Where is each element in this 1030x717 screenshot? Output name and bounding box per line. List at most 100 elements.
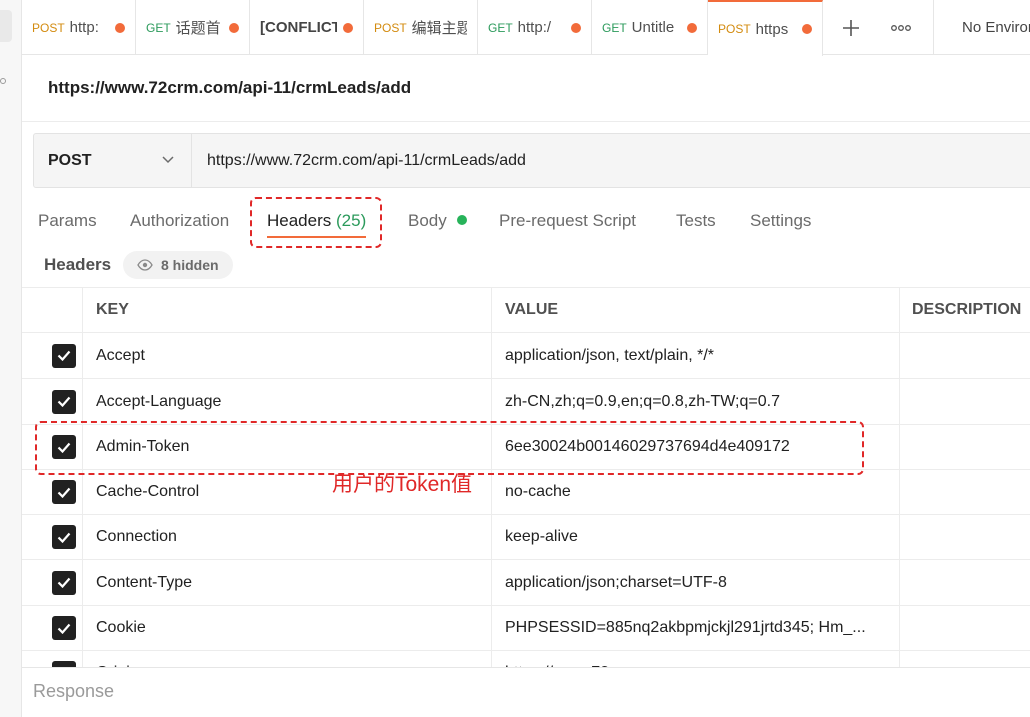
sidebar-circle-icon[interactable] bbox=[0, 78, 6, 84]
request-tab-2[interactable]: GET 话题首 bbox=[136, 0, 250, 55]
request-tab-1[interactable]: POST http: bbox=[22, 0, 136, 55]
header-key[interactable]: Connection bbox=[83, 515, 492, 559]
table-row: Content-Type application/json;charset=UT… bbox=[22, 560, 1030, 606]
tab-name: https bbox=[755, 20, 789, 38]
tab-authorization[interactable]: Authorization bbox=[130, 202, 229, 242]
header-key[interactable]: Content-Type bbox=[83, 560, 492, 605]
header-checkbox[interactable] bbox=[52, 525, 76, 549]
header-key[interactable]: Accept bbox=[83, 333, 492, 378]
request-tab-bar: POST http: GET 话题首 [CONFLICT POST 编辑主题 G… bbox=[22, 0, 1030, 56]
unsaved-dot-icon bbox=[229, 22, 239, 33]
tab-name: 话题首 bbox=[175, 20, 221, 37]
request-tab-5[interactable]: GET http:/ bbox=[478, 0, 592, 55]
eye-icon bbox=[137, 259, 153, 271]
check-icon bbox=[57, 396, 71, 407]
request-name[interactable]: https://www.72crm.com/api-11/crmLeads/ad… bbox=[48, 78, 411, 98]
header-description[interactable] bbox=[900, 606, 1030, 650]
tab-name: http: bbox=[69, 19, 99, 36]
more-icon bbox=[891, 24, 911, 31]
header-value[interactable]: PHPSESSID=885nq2akbpmjckjl291jrtd345; Hm… bbox=[492, 606, 900, 650]
tab-pre-request-script[interactable]: Pre-request Script bbox=[499, 202, 636, 242]
tab-method: POST bbox=[718, 22, 751, 36]
header-value[interactable]: application/json;charset=UTF-8 bbox=[492, 560, 900, 605]
column-value: VALUE bbox=[492, 288, 900, 332]
header-checkbox[interactable] bbox=[52, 389, 76, 414]
tab-params[interactable]: Params bbox=[38, 202, 97, 242]
annotation-token-label: 用户的Token值 bbox=[332, 473, 473, 496]
tab-method: GET bbox=[488, 20, 513, 35]
unsaved-dot-icon bbox=[571, 22, 581, 33]
table-header-row: KEY VALUE DESCRIPTION bbox=[22, 287, 1030, 333]
chevron-down-icon bbox=[162, 156, 174, 164]
tab-name: [CONFLICT bbox=[260, 19, 337, 36]
header-value[interactable]: no-cache bbox=[492, 470, 900, 514]
header-key[interactable]: Accept-Language bbox=[83, 379, 492, 424]
table-row: Cookie PHPSESSID=885nq2akbpmjckjl291jrtd… bbox=[22, 606, 1030, 651]
plus-icon bbox=[843, 19, 859, 36]
environment-label: No Environment bbox=[962, 19, 1030, 36]
environment-selector[interactable]: No Environment bbox=[933, 0, 1030, 55]
request-tab-6[interactable]: GET Untitle bbox=[592, 0, 708, 55]
header-value[interactable]: application/json, text/plain, */* bbox=[492, 333, 900, 378]
tab-method: POST bbox=[32, 20, 65, 35]
unsaved-dot-icon bbox=[687, 22, 697, 33]
headers-table: KEY VALUE DESCRIPTION Accept application… bbox=[22, 287, 1030, 667]
url-bar: POST https://www.72crm.com/api-11/crmLea… bbox=[33, 133, 1030, 188]
tab-method: GET bbox=[146, 20, 171, 35]
tab-method: POST bbox=[374, 20, 407, 35]
tab-settings[interactable]: Settings bbox=[750, 202, 811, 242]
check-icon bbox=[57, 532, 71, 543]
column-description: DESCRIPTION bbox=[912, 301, 1022, 318]
tab-name: Untitle bbox=[631, 19, 675, 36]
table-row: Cache-Control no-cache bbox=[22, 470, 1030, 515]
check-icon bbox=[57, 350, 71, 361]
divider bbox=[22, 121, 1030, 122]
header-description[interactable] bbox=[900, 651, 1030, 667]
request-tab-3[interactable]: [CONFLICT bbox=[250, 0, 364, 55]
tab-body-label: Body bbox=[408, 211, 447, 230]
tab-body[interactable]: Body bbox=[408, 202, 468, 242]
header-value[interactable]: https://www.72crm.com bbox=[492, 651, 900, 667]
tab-name: http:/ bbox=[517, 19, 552, 36]
unsaved-dot-icon bbox=[802, 24, 812, 34]
header-value[interactable]: zh-CN,zh;q=0.9,en;q=0.8,zh-TW;q=0.7 bbox=[492, 379, 900, 424]
method-label: POST bbox=[48, 151, 92, 169]
url-input[interactable]: https://www.72crm.com/api-11/crmLeads/ad… bbox=[207, 134, 526, 187]
header-checkbox[interactable] bbox=[52, 570, 76, 595]
tab-tests[interactable]: Tests bbox=[676, 202, 716, 242]
header-key[interactable]: Cookie bbox=[83, 606, 492, 650]
method-dropdown[interactable]: POST bbox=[34, 134, 192, 187]
unsaved-dot-icon bbox=[115, 22, 125, 33]
header-description[interactable] bbox=[900, 425, 1030, 469]
header-description[interactable] bbox=[900, 379, 1030, 424]
table-row: Accept application/json, text/plain, */* bbox=[22, 333, 1030, 379]
check-icon bbox=[57, 487, 71, 498]
annotation-headers-box bbox=[250, 197, 382, 248]
unsaved-dot-icon bbox=[343, 22, 353, 33]
header-description[interactable] bbox=[900, 333, 1030, 378]
header-description[interactable] bbox=[900, 560, 1030, 605]
hidden-headers-toggle[interactable]: 8 hidden bbox=[123, 251, 233, 279]
header-checkbox[interactable] bbox=[52, 616, 76, 640]
body-indicator-dot-icon bbox=[457, 215, 468, 225]
table-row: Accept-Language zh-CN,zh;q=0.9,en;q=0.8,… bbox=[22, 379, 1030, 425]
header-key[interactable]: Origin bbox=[83, 651, 492, 667]
tab-method: GET bbox=[602, 20, 627, 35]
response-label: Response bbox=[33, 681, 115, 701]
left-sidebar-rail bbox=[0, 0, 22, 717]
annotation-token-box bbox=[35, 421, 864, 475]
request-tab-active[interactable]: POST https bbox=[708, 0, 823, 56]
header-checkbox[interactable] bbox=[52, 343, 76, 368]
more-tabs-button[interactable] bbox=[881, 0, 921, 55]
table-row: Connection keep-alive bbox=[22, 515, 1030, 560]
sidebar-active-indicator[interactable] bbox=[0, 10, 12, 42]
header-value[interactable]: keep-alive bbox=[492, 515, 900, 559]
header-checkbox[interactable] bbox=[52, 480, 76, 504]
request-tab-4[interactable]: POST 编辑主题 bbox=[364, 0, 478, 55]
header-description[interactable] bbox=[900, 515, 1030, 559]
header-description[interactable] bbox=[900, 470, 1030, 514]
tab-name: 编辑主题 bbox=[411, 20, 467, 37]
check-icon bbox=[57, 623, 71, 634]
response-panel[interactable]: Response bbox=[22, 667, 1030, 717]
new-tab-button[interactable] bbox=[831, 0, 871, 55]
